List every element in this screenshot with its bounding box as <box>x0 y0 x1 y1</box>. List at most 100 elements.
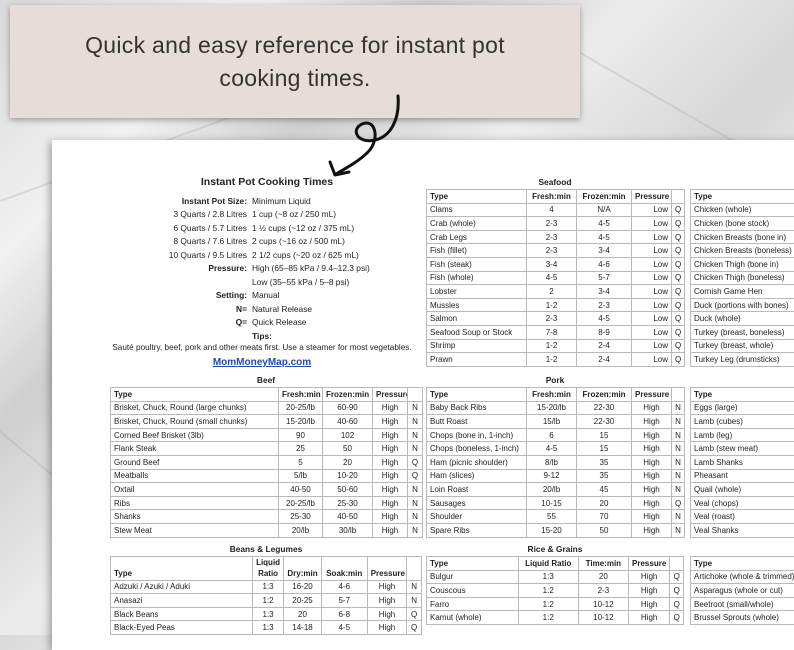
poultry-table: TypeChicken (whole)Chicken (bone stock)C… <box>690 189 794 367</box>
table-cell: High <box>632 483 672 497</box>
table-cell: 22-30 <box>577 401 632 415</box>
table-cell: 30/lb <box>323 523 373 537</box>
table-row: Eggs (large) <box>691 401 794 415</box>
table-cell: Low <box>632 271 672 285</box>
table-cell: 2-3 <box>578 584 628 598</box>
table-cell: Chops (boneless, 1-inch) <box>427 442 527 456</box>
table-cell: Quail (whole) <box>691 483 794 497</box>
pork-title: Pork <box>426 375 684 385</box>
info-rows: Instant Pot Size:Minimum Liquid3 Quarts … <box>112 194 412 329</box>
table-cell: Corned Beef Brisket (3lb) <box>111 428 279 442</box>
curly-arrow-icon <box>320 92 420 182</box>
table-row: Loin Roast20/lb45HighN <box>427 483 685 497</box>
info-key: 6 Quarts / 5.7 Litres <box>112 223 252 233</box>
table-cell: Artichoke (whole & trimmed) <box>691 570 794 584</box>
rice-table: TypeLiquid RatioTime:minPressureBulgur1:… <box>426 556 684 625</box>
info-value: Manual <box>252 290 279 300</box>
table-cell: High <box>632 401 672 415</box>
table-cell: Chicken Thigh (bone in) <box>691 257 794 271</box>
table-cell: High <box>367 621 407 635</box>
table-cell: Low <box>632 325 672 339</box>
table-cell: Anasazi <box>111 594 253 608</box>
table-cell: Shoulder <box>427 510 527 524</box>
table-cell: N <box>672 455 685 469</box>
table-row: Cornish Game Hen <box>691 285 794 299</box>
other-meats-table: TypeEggs (large)Lamb (cubes)Lamb (leg)La… <box>690 387 794 538</box>
table-row: Asparagus (whole or cut) <box>691 584 794 598</box>
column-header: Type <box>427 557 519 571</box>
table-cell: 50 <box>323 442 373 456</box>
table-cell: 2-4 <box>577 339 632 353</box>
table-cell: Beetroot (small/whole) <box>691 597 794 611</box>
table-cell: N <box>672 510 685 524</box>
table-row: Clams4N/ALowQ <box>427 203 685 217</box>
table-cell: Q <box>670 597 684 611</box>
table-cell: Fish (whole) <box>427 271 527 285</box>
table-cell: 15-20 <box>527 523 577 537</box>
table-cell: Q <box>672 339 685 353</box>
table-cell: Veal Shanks <box>691 523 794 537</box>
table-cell: N <box>408 523 423 537</box>
table-row: Salmon2-34-5LowQ <box>427 312 685 326</box>
table-cell: N <box>408 496 423 510</box>
table-cell: 2-3 <box>527 312 577 326</box>
table-row: Flank Steak2550HighN <box>111 442 423 456</box>
table-cell: 4-5 <box>577 230 632 244</box>
table-row: Chicken Thigh (bone in) <box>691 257 794 271</box>
table-cell: 5-7 <box>321 594 367 608</box>
table-cell: Q <box>672 496 685 510</box>
table-row: Black-Eyed Peas1:314-184-5HighQ <box>111 621 422 635</box>
table-cell: 6 <box>527 428 577 442</box>
info-row: Low (35–55 kPa / 5–8 psi) <box>112 275 412 289</box>
table-cell: Chicken Breasts (bone in) <box>691 230 794 244</box>
table-cell: Crab Legs <box>427 230 527 244</box>
table-cell: 10-12 <box>578 611 628 625</box>
table-cell: 1-2 <box>527 298 577 312</box>
table-cell: Ham (picnic shoulder) <box>427 455 527 469</box>
beef-title: Beef <box>110 375 422 385</box>
table-cell: N <box>408 442 423 456</box>
vegetables-table: TypeArtichoke (whole & trimmed)Asparagus… <box>690 556 794 625</box>
table-row: Lamb (leg) <box>691 428 794 442</box>
table-cell: 22-30 <box>577 415 632 429</box>
table-row: Black Beans1:3206-8HighQ <box>111 607 422 621</box>
table-cell: 20 <box>577 496 632 510</box>
table-cell: 2-3 <box>577 298 632 312</box>
table-cell: 3-4 <box>527 257 577 271</box>
table-cell: High <box>632 415 672 429</box>
table-cell: Q <box>670 570 684 584</box>
table-cell: Veal (chops) <box>691 496 794 510</box>
tips-text: Sauté poultry, beef, pork and other meat… <box>107 343 417 357</box>
table-cell: 20/lb <box>279 523 323 537</box>
table-cell: Q <box>670 611 684 625</box>
table-header-row: Type <box>691 190 794 204</box>
table-row: Chicken Thigh (boneless) <box>691 271 794 285</box>
table-row: Chops (boneless, 1-inch)4-515HighN <box>427 442 685 456</box>
info-value: Minimum Liquid <box>252 196 311 206</box>
column-header: Fresh:min <box>527 388 577 402</box>
table-cell: Spare Ribs <box>427 523 527 537</box>
table-cell: N <box>672 523 685 537</box>
table-cell: 9-12 <box>527 469 577 483</box>
table-cell: Meatballs <box>111 469 279 483</box>
column-header: Ratio <box>252 567 283 580</box>
column-header: Dry:min <box>284 567 322 580</box>
table-cell: Ribs <box>111 496 279 510</box>
column-header: Pressure <box>628 557 670 571</box>
table-cell: High <box>628 597 670 611</box>
table-cell: Brisket, Chuck, Round (small chunks) <box>111 415 279 429</box>
table-cell: Low <box>632 203 672 217</box>
info-value: Natural Release <box>252 304 312 314</box>
website-link[interactable]: MomMoneyMap.com <box>107 357 417 368</box>
column-header <box>407 557 422 568</box>
column-header: Frozen:min <box>323 388 373 402</box>
table-row: Brussel Sprouts (whole) <box>691 611 794 625</box>
info-row: Instant Pot Size:Minimum Liquid <box>112 194 412 208</box>
column-header: Pressure <box>632 190 672 204</box>
table-row: Brisket, Chuck, Round (large chunks)20-2… <box>111 401 423 415</box>
table-cell: 1:2 <box>518 584 578 598</box>
table-cell: 4-5 <box>321 621 367 635</box>
table-row: Corned Beef Brisket (3lb)90102HighN <box>111 428 423 442</box>
table-cell: 5-7 <box>577 271 632 285</box>
info-value: Quick Release <box>252 317 306 327</box>
